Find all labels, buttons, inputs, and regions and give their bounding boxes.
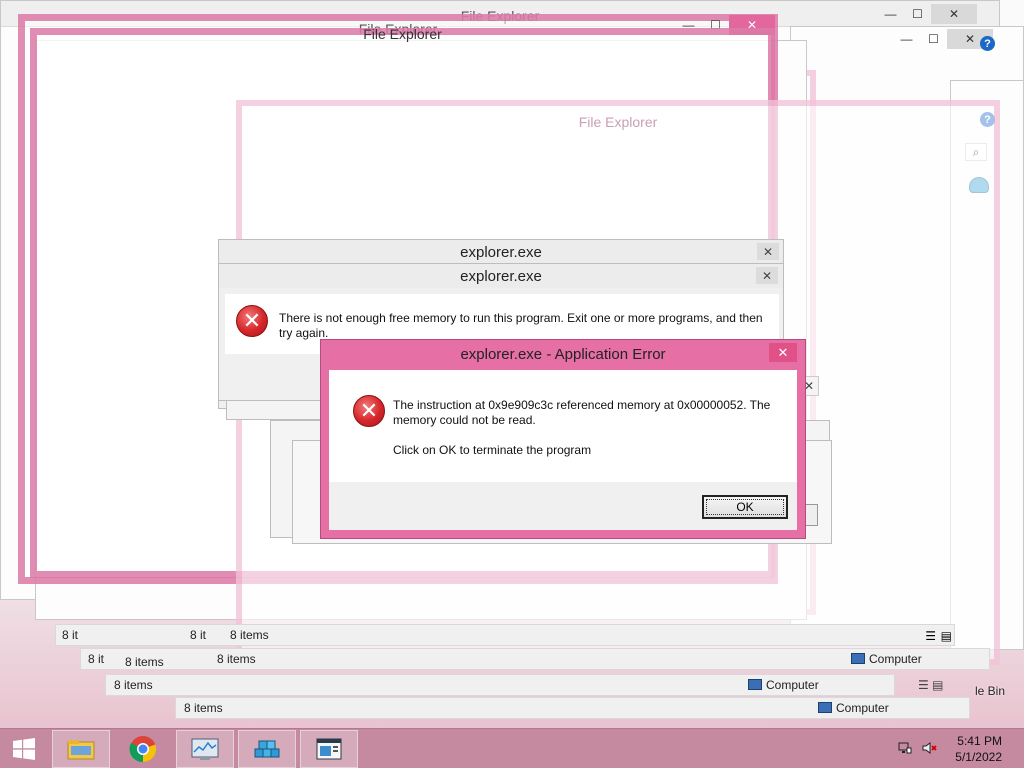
terminate-message: Click on OK to terminate the program	[393, 443, 592, 457]
item-count: 8 it	[88, 652, 105, 666]
close-button[interactable]: ✕	[931, 4, 977, 24]
windows-logo-icon	[13, 738, 35, 760]
computer-location: Computer	[818, 701, 889, 715]
dialog-body: ✕ The instruction at 0x9e909c3c referenc…	[329, 370, 797, 482]
status-bar: 8 it 8 it 8 items ☰ ▤	[55, 624, 955, 646]
window-title: File Explorer	[363, 26, 442, 42]
clock-time: 5:41 PM	[957, 734, 1002, 748]
error-icon: ✕	[353, 395, 385, 427]
start-button[interactable]	[0, 730, 48, 768]
dialog-footer: OK	[329, 482, 797, 530]
dialog-title: explorer.exe	[219, 240, 783, 264]
status-bar: 8 items Computer	[175, 697, 970, 719]
close-button[interactable]: ✕	[757, 243, 779, 260]
folder-icon	[67, 740, 95, 760]
application-error-dialog[interactable]: explorer.exe - Application Error ✕ ✕ The…	[320, 339, 806, 539]
item-count: 8 it	[62, 628, 79, 642]
item-count: 8 it	[190, 628, 207, 642]
taskbar-command-window[interactable]	[300, 730, 358, 768]
taskbar: 5:41 PM 5/1/2022	[0, 728, 1024, 768]
maximize-button[interactable]: ☐	[904, 4, 931, 24]
chrome-icon	[129, 736, 157, 763]
item-count: 8 items	[125, 655, 164, 669]
dialog-title: explorer.exe - Application Error	[460, 345, 666, 363]
taskbar-file-explorer[interactable]	[52, 730, 110, 768]
help-icon[interactable]: ?	[980, 36, 995, 51]
details-view-icon[interactable]: ☰	[925, 629, 936, 643]
close-button[interactable]: ✕	[769, 343, 797, 362]
error-icon: ✕	[236, 305, 268, 337]
error-message: The instruction at 0x9e909c3c referenced…	[393, 398, 771, 427]
taskbar-chrome[interactable]	[114, 730, 172, 768]
network-icon[interactable]	[898, 741, 912, 755]
resource-monitor-icon	[191, 738, 219, 760]
item-count: 8 items	[217, 652, 256, 666]
computer-icon	[818, 702, 832, 713]
window-controls: — ☐ ✕	[877, 4, 977, 24]
status-bar: 8 it 8 items 8 items Computer	[80, 648, 990, 670]
window-app-icon	[316, 738, 342, 760]
status-bar: 8 items Computer	[105, 674, 895, 696]
dialog-ghost	[226, 400, 326, 420]
taskbar-registry-editor[interactable]	[238, 730, 296, 768]
computer-label: Computer	[836, 701, 889, 715]
view-buttons: ☰ ▤	[918, 678, 944, 692]
maximize-button[interactable]: ☐	[920, 29, 947, 49]
computer-location: Computer	[748, 678, 819, 692]
desktop: File Explorer — ☐ ✕ — ☐ ✕ ? ? ⌕ File Exp…	[0, 0, 1024, 728]
taskbar-resource-monitor[interactable]	[176, 730, 234, 768]
error-message: There is not enough free memory to run t…	[279, 311, 763, 340]
recycle-bin-label[interactable]: le Bin	[975, 684, 1005, 698]
volume-muted-icon[interactable]	[922, 741, 938, 755]
item-count: 8 items	[184, 701, 223, 715]
window-controls: — ☐ ✕	[893, 29, 993, 49]
system-clock[interactable]: 5:41 PM 5/1/2022	[955, 733, 1002, 765]
minimize-button[interactable]: —	[893, 29, 920, 49]
item-count: 8 items	[114, 678, 153, 692]
registry-editor-icon	[254, 740, 280, 758]
window-title: File Explorer	[578, 114, 658, 130]
minimize-button[interactable]: —	[877, 4, 904, 24]
close-button[interactable]: ✕	[756, 267, 778, 284]
item-count: 8 items	[230, 628, 269, 642]
computer-location: Computer	[851, 652, 922, 666]
ok-button[interactable]: OK	[702, 495, 788, 519]
clock-date: 5/1/2022	[955, 750, 1002, 764]
computer-icon	[748, 679, 762, 690]
dialog-title: explorer.exe	[219, 264, 783, 288]
computer-label: Computer	[869, 652, 922, 666]
large-icons-view-icon[interactable]: ▤	[941, 629, 952, 643]
computer-label: Computer	[766, 678, 819, 692]
computer-icon	[851, 653, 865, 664]
